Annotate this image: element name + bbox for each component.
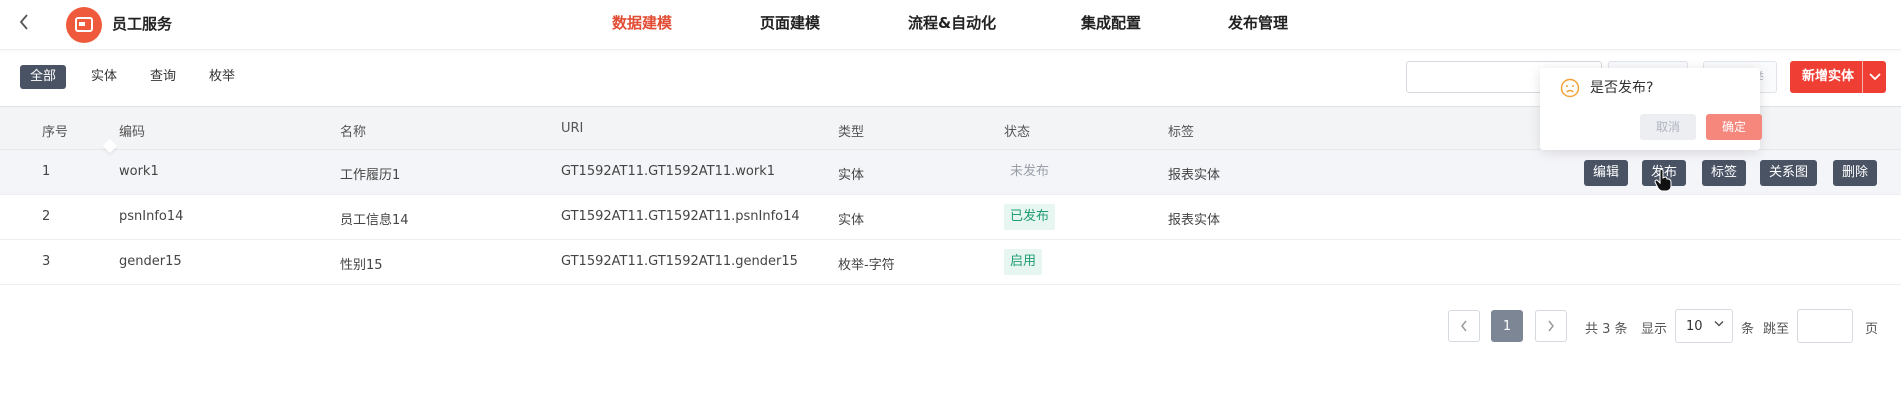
new-entity-dropdown[interactable] xyxy=(1862,61,1886,93)
cell-index: 2 xyxy=(42,209,51,224)
column-header-code: 编码 xyxy=(119,125,146,140)
popconfirm-message: 是否发布? xyxy=(1590,80,1654,96)
back-button[interactable] xyxy=(12,10,36,34)
new-entity-label: 新增实体 xyxy=(1802,69,1855,84)
table-row[interactable]: 2 psnInfo14 员工信息14 GT1592AT11.GT1592AT11… xyxy=(0,195,1901,240)
top-header: 员工服务 数据建模 页面建模 流程&自动化 集成配置 发布管理 xyxy=(0,0,1901,50)
cell-name: 员工信息14 xyxy=(340,213,409,228)
cell-code: psnInfo14 xyxy=(119,209,184,224)
column-header-index: 序号 xyxy=(42,125,69,140)
delete-button[interactable]: 删除 xyxy=(1833,160,1878,186)
cell-type: 实体 xyxy=(838,168,865,183)
status-badge: 未发布 xyxy=(1010,164,1050,179)
page-unit-label: 页 xyxy=(1865,322,1879,337)
cell-code: work1 xyxy=(119,164,159,179)
cell-tag: 报表实体 xyxy=(1168,213,1221,228)
warning-face-icon xyxy=(1560,78,1580,98)
cell-uri: GT1592AT11.GT1592AT11.psnInfo14 xyxy=(561,209,800,224)
jump-page-input[interactable] xyxy=(1797,309,1853,343)
column-header-uri: URI xyxy=(561,121,584,136)
filter-query[interactable]: 查询 xyxy=(140,65,186,89)
popconfirm-cancel-button[interactable]: 取消 xyxy=(1640,114,1696,140)
chevron-down-icon xyxy=(1868,73,1881,81)
nav-tab-page-modeling[interactable]: 页面建模 xyxy=(760,12,820,33)
filter-enum[interactable]: 枚举 xyxy=(199,65,245,89)
nav-tab-publish-management[interactable]: 发布管理 xyxy=(1228,12,1288,33)
column-header-name: 名称 xyxy=(340,125,367,140)
popconfirm-ok-button[interactable]: 确定 xyxy=(1706,114,1762,140)
filter-all[interactable]: 全部 xyxy=(20,65,67,89)
chevron-right-icon xyxy=(1548,320,1554,332)
table-row[interactable]: 1 work1 工作履历1 GT1592AT11.GT1592AT11.work… xyxy=(0,150,1901,195)
cell-index: 3 xyxy=(42,254,51,269)
column-header-type: 类型 xyxy=(838,125,865,140)
jump-label: 跳至 xyxy=(1763,322,1790,337)
cell-uri: GT1592AT11.GT1592AT11.work1 xyxy=(561,164,775,179)
cell-type: 实体 xyxy=(838,213,865,228)
nav-tab-integration[interactable]: 集成配置 xyxy=(1081,12,1141,33)
cell-uri: GT1592AT11.GT1592AT11.gender15 xyxy=(561,254,798,269)
app-title: 员工服务 xyxy=(112,15,173,33)
cell-name: 性别15 xyxy=(340,258,383,273)
page-size-unit: 条 xyxy=(1741,322,1755,337)
column-header-status: 状态 xyxy=(1004,125,1031,140)
chevron-down-icon xyxy=(1714,320,1724,327)
publish-popconfirm: 是否发布? 取消 确定 xyxy=(1540,68,1762,150)
page-size-label: 显示 xyxy=(1641,322,1668,337)
page-size-select[interactable]: 10 xyxy=(1675,309,1733,343)
nav-tab-data-modeling[interactable]: 数据建模 xyxy=(612,12,672,33)
column-header-tag: 标签 xyxy=(1168,125,1195,140)
hand-cursor-icon xyxy=(1654,169,1672,192)
chevron-left-icon xyxy=(1461,320,1467,332)
nav-tab-process-automation[interactable]: 流程&自动化 xyxy=(908,12,996,33)
app-logo-icon xyxy=(66,7,102,43)
new-entity-button[interactable]: 新增实体 xyxy=(1790,61,1886,93)
cell-tag: 报表实体 xyxy=(1168,168,1221,183)
cell-index: 1 xyxy=(42,164,51,179)
relation-graph-button[interactable]: 关系图 xyxy=(1760,160,1818,186)
edit-button[interactable]: 编辑 xyxy=(1584,160,1629,186)
cell-name: 工作履历1 xyxy=(340,168,401,183)
filter-entity[interactable]: 实体 xyxy=(81,65,127,89)
page-1-button[interactable]: 1 xyxy=(1491,310,1523,342)
page-size-value: 10 xyxy=(1686,319,1703,334)
status-badge: 启用 xyxy=(1004,249,1043,275)
chevron-left-icon xyxy=(19,14,28,30)
next-page-button[interactable] xyxy=(1535,310,1567,342)
cell-type: 枚举-字符 xyxy=(838,258,895,273)
tag-button[interactable]: 标签 xyxy=(1702,160,1747,186)
status-badge: 已发布 xyxy=(1004,204,1056,230)
total-count: 共 3 条 xyxy=(1585,322,1628,337)
prev-page-button[interactable] xyxy=(1448,310,1480,342)
table-row[interactable]: 3 gender15 性别15 GT1592AT11.GT1592AT11.ge… xyxy=(0,240,1901,285)
cell-code: gender15 xyxy=(119,254,182,269)
